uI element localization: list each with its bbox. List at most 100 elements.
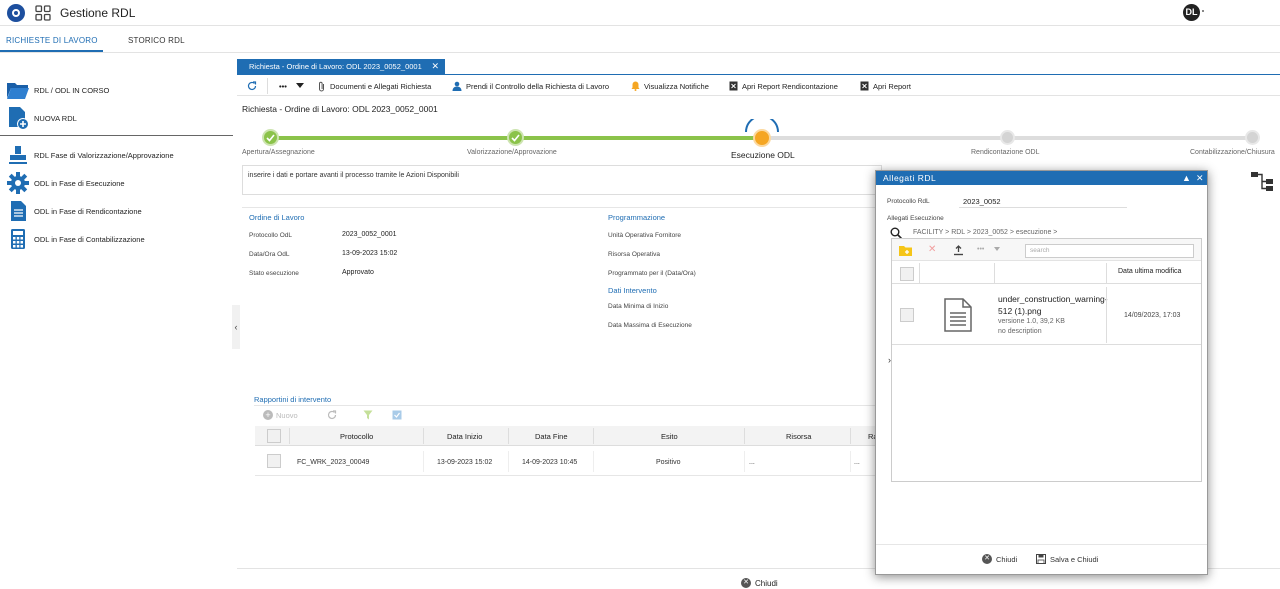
collapse-dialog-icon[interactable]: ▲ bbox=[1182, 171, 1191, 185]
new-folder-icon[interactable] bbox=[899, 245, 912, 256]
dati-intervento-title: Dati Intervento bbox=[608, 286, 657, 295]
avatar-menu-indicator[interactable] bbox=[1202, 10, 1204, 12]
rapportini-toolbar bbox=[254, 405, 894, 427]
row-checkbox[interactable] bbox=[267, 454, 281, 468]
sidebar-item-label: ODL in Fase di Contabilizzazione bbox=[34, 234, 145, 244]
sidebar-item-odl-rendicontazione[interactable]: ODL in Fase di Rendicontazione bbox=[6, 199, 142, 223]
programmato-label: Programmato per il (Data/Ora) bbox=[608, 270, 696, 277]
tab-storico-rdl[interactable]: STORICO RDL bbox=[128, 36, 185, 45]
step-apertura[interactable] bbox=[262, 129, 279, 146]
step-esecuzione[interactable] bbox=[753, 129, 771, 147]
sidebar-item-odl-contabilizzazione[interactable]: ODL in Fase di Contabilizzazione bbox=[6, 227, 145, 251]
close-label: Chiudi bbox=[755, 578, 778, 588]
column-divider bbox=[850, 451, 851, 472]
report-button[interactable]: Apri Report bbox=[860, 81, 911, 91]
chevron-down-icon[interactable] bbox=[994, 247, 1000, 252]
refresh-button[interactable] bbox=[247, 81, 257, 91]
data-minima-label: Data Minima di Inizio bbox=[608, 303, 669, 310]
column-data-inizio[interactable]: Data Inizio bbox=[447, 432, 482, 441]
sidebar-item-rdl-odl-in-corso[interactable]: RDL / ODL IN CORSO bbox=[6, 78, 109, 102]
stamp-icon bbox=[6, 143, 30, 167]
select-all-button[interactable] bbox=[392, 410, 402, 420]
stato-value: Approvato bbox=[342, 269, 374, 276]
user-avatar[interactable]: DL bbox=[1183, 4, 1200, 21]
close-dialog-icon[interactable]: ✕ bbox=[1196, 171, 1204, 185]
tab-richieste-di-lavoro[interactable]: RICHIESTE DI LAVORO bbox=[6, 36, 98, 45]
toolbar-divider bbox=[267, 78, 268, 94]
sidebar-item-nuova-rdl[interactable]: NUOVA RDL bbox=[6, 106, 77, 130]
rapportini-title: Rapportini di intervento bbox=[254, 395, 332, 404]
folder-icon bbox=[6, 78, 30, 102]
file-name[interactable]: under_construction_warning-512 (1).png bbox=[998, 293, 1108, 317]
filter-icon bbox=[363, 410, 373, 420]
report-rendicontazione-label: Apri Report Rendicontazione bbox=[742, 81, 838, 91]
column-data-ultima-modifica[interactable]: Data ultima modifica bbox=[1118, 268, 1181, 275]
more-icon: ••• bbox=[279, 81, 287, 91]
ordine-title: Ordine di Lavoro bbox=[249, 213, 305, 222]
protocollo-rdl-label: Protocollo RdL bbox=[887, 198, 930, 205]
sidebar-divider bbox=[0, 135, 233, 136]
cell-protocollo[interactable]: FC_WRK_2023_00049 bbox=[297, 459, 369, 466]
close-button[interactable]: ✕ Chiudi bbox=[741, 578, 778, 588]
expand-panel-icon[interactable]: › bbox=[888, 355, 891, 365]
documents-button[interactable]: Documenti e Allegati Richiesta bbox=[317, 81, 431, 91]
sidebar-collapse-button[interactable]: ‹ bbox=[232, 305, 240, 349]
protocollo-odl-value: 2023_0052_0001 bbox=[342, 231, 397, 238]
data-odl-label: Data/Ora OdL bbox=[249, 251, 290, 258]
upload-icon[interactable] bbox=[953, 245, 964, 256]
file-version: versione 1.0, 39,2 KB bbox=[998, 318, 1065, 325]
dialog-footer-divider bbox=[876, 544, 1207, 545]
protocollo-odl-label: Protocollo OdL bbox=[249, 232, 292, 239]
sidebar-item-label: RDL / ODL IN CORSO bbox=[34, 85, 110, 95]
column-data-fine[interactable]: Data Fine bbox=[535, 432, 568, 441]
apps-grid-icon[interactable] bbox=[35, 5, 51, 21]
close-tab-icon[interactable]: ✕ bbox=[431, 59, 439, 74]
field-underline bbox=[959, 207, 1127, 208]
step-valorizzazione[interactable] bbox=[507, 129, 524, 146]
gear-icon bbox=[6, 171, 30, 195]
file-description: no description bbox=[998, 328, 1042, 335]
file-search-input[interactable]: search bbox=[1025, 244, 1194, 258]
step-label: Apertura/Assegnazione bbox=[242, 149, 315, 156]
step-rendicontazione[interactable] bbox=[1000, 130, 1015, 145]
documents-label: Documenti e Allegati Richiesta bbox=[330, 81, 432, 91]
select-all-files-checkbox[interactable] bbox=[900, 267, 914, 281]
column-divider bbox=[423, 451, 424, 472]
refresh-icon bbox=[247, 81, 257, 91]
step-label: Esecuzione ODL bbox=[731, 150, 795, 160]
take-control-label: Prendi il Controllo della Richiesta di L… bbox=[466, 81, 609, 91]
step-label: Rendicontazione ODL bbox=[971, 149, 1040, 156]
more-options-icon[interactable]: ••• bbox=[977, 246, 984, 253]
workflow-icon[interactable] bbox=[1250, 170, 1274, 192]
cell-risorsa: ... bbox=[749, 459, 755, 466]
step-contabilizzazione[interactable] bbox=[1245, 130, 1260, 145]
dropdown-button[interactable] bbox=[296, 81, 304, 91]
sidebar-item-label: RDL Fase di Valorizzazione/Approvazione bbox=[34, 150, 174, 160]
allegati-esecuzione-label: Allegati Esecuzione bbox=[887, 215, 944, 222]
file-row-checkbox[interactable] bbox=[900, 308, 914, 322]
refresh-rapportini-button[interactable] bbox=[327, 410, 337, 420]
new-rapportino-button[interactable]: + Nuovo bbox=[263, 410, 298, 420]
delete-icon[interactable]: ✕ bbox=[928, 244, 936, 255]
folder-breadcrumb[interactable]: FACILITY > RDL > 2023_0052 > esecuzione … bbox=[913, 229, 1057, 236]
programmazione-title: Programmazione bbox=[608, 213, 666, 222]
document-tab[interactable]: Richiesta - Ordine di Lavoro: ODL 2023_0… bbox=[237, 59, 445, 74]
take-control-button[interactable]: Prendi il Controllo della Richiesta di L… bbox=[452, 81, 609, 91]
column-esito[interactable]: Esito bbox=[661, 432, 678, 441]
column-protocollo[interactable]: Protocollo bbox=[340, 432, 373, 441]
report-rendicontazione-button[interactable]: Apri Report Rendicontazione bbox=[729, 81, 838, 91]
filter-button[interactable] bbox=[363, 410, 373, 420]
app-logo-icon[interactable] bbox=[7, 4, 25, 22]
notifications-button[interactable]: Visualizza Notifiche bbox=[631, 81, 709, 91]
dialog-close-label: Chiudi bbox=[996, 554, 1018, 564]
dialog-close-button[interactable]: ✕ Chiudi bbox=[982, 554, 1017, 564]
column-risorsa[interactable]: Risorsa bbox=[786, 432, 811, 441]
column-divider bbox=[593, 451, 594, 472]
select-all-checkbox[interactable] bbox=[267, 429, 281, 443]
sidebar-item-odl-esecuzione[interactable]: ODL in Fase di Esecuzione bbox=[6, 171, 125, 195]
save-and-close-button[interactable]: Salva e Chiudi bbox=[1036, 554, 1098, 564]
more-actions-button[interactable]: ••• bbox=[279, 81, 287, 91]
calculator-icon bbox=[6, 227, 30, 251]
tab-underline bbox=[237, 74, 1280, 75]
sidebar-item-rdl-valorizzazione[interactable]: RDL Fase di Valorizzazione/Approvazione bbox=[6, 143, 174, 167]
